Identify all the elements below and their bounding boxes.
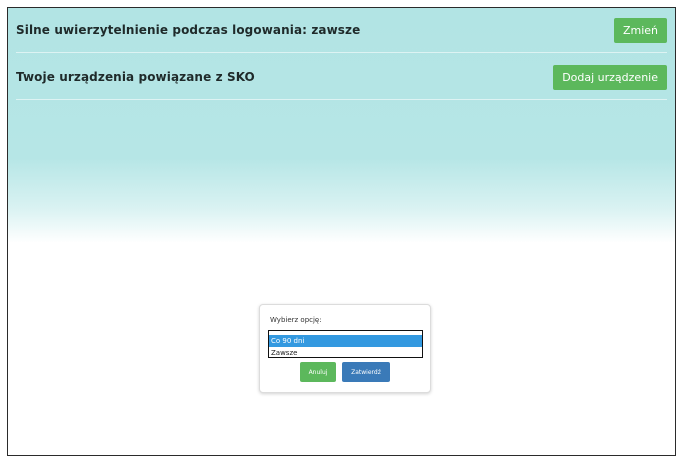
option-listbox[interactable]: Co 90 dni Zawsze [268, 330, 423, 358]
strong-auth-row: Silne uwierzytelnienie podczas logowania… [16, 8, 667, 53]
cancel-button[interactable]: Anuluj [300, 362, 336, 382]
option-always[interactable]: Zawsze [269, 347, 422, 359]
change-button[interactable]: Zmień [613, 17, 667, 43]
strong-auth-title: Silne uwierzytelnienie podczas logowania… [16, 23, 361, 37]
option-90-days[interactable]: Co 90 dni [269, 335, 422, 347]
devices-title: Twoje urządzenia powiązane z SKO [16, 70, 255, 84]
add-device-button[interactable]: Dodaj urządzenie [553, 64, 667, 90]
dialog-label: Wybierz opcję: [270, 316, 322, 324]
devices-row: Twoje urządzenia powiązane z SKO Dodaj u… [16, 55, 667, 100]
dialog-buttons: Anuluj Zatwierdź [260, 362, 430, 382]
confirm-button[interactable]: Zatwierdź [342, 362, 390, 382]
settings-panel: Silne uwierzytelnienie podczas logowania… [7, 7, 676, 456]
option-dialog: Wybierz opcję: Co 90 dni Zawsze Anuluj Z… [259, 304, 431, 393]
